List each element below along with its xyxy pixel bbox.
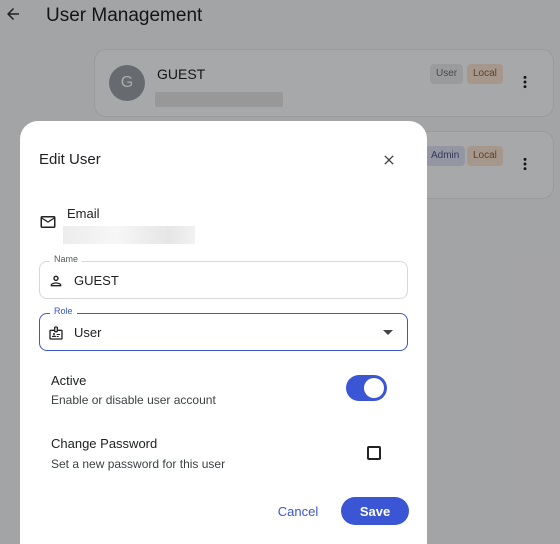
active-label: Active [51, 373, 87, 388]
name-input[interactable]: GUEST [74, 273, 119, 288]
change-password-checkbox[interactable] [367, 446, 381, 460]
change-password-label: Change Password [51, 436, 158, 451]
close-icon[interactable] [381, 152, 397, 168]
dialog-title: Edit User [39, 151, 101, 168]
badge-icon [49, 326, 63, 340]
name-field[interactable]: Name GUEST [39, 254, 408, 299]
active-toggle[interactable] [346, 375, 387, 401]
chevron-down-icon[interactable] [383, 330, 393, 335]
person-icon [50, 275, 62, 287]
role-selected-value: User [74, 325, 102, 340]
toggle-knob [364, 378, 384, 398]
email-label: Email [67, 206, 100, 221]
role-field-label: Role [50, 306, 77, 316]
active-description: Enable or disable user account [51, 393, 216, 407]
email-value-redacted [63, 226, 195, 244]
change-password-description: Set a new password for this user [51, 457, 226, 471]
save-button[interactable]: Save [341, 497, 409, 525]
edit-user-dialog: Edit User Email Name GUEST Role User Act… [20, 121, 427, 544]
role-select[interactable]: Role User [39, 306, 408, 351]
name-field-label: Name [50, 254, 83, 264]
cancel-button[interactable]: Cancel [268, 497, 328, 525]
mail-icon [40, 216, 56, 228]
